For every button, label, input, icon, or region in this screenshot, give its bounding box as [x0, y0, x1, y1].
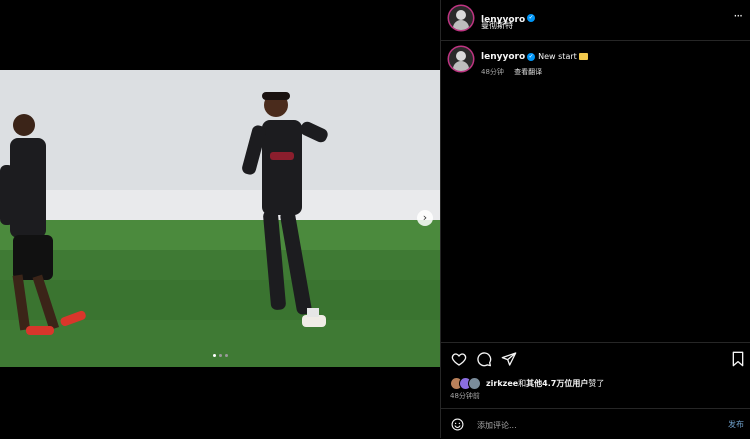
caption-time: 48分钟 — [481, 68, 504, 76]
carousel-dot — [212, 354, 216, 357]
share-icon[interactable] — [501, 351, 517, 367]
post-photo — [0, 70, 440, 367]
likes-connector: 和 — [518, 378, 527, 388]
verified-badge-icon: ✓ — [527, 52, 536, 61]
heart-icon[interactable] — [451, 351, 467, 367]
action-bar — [441, 342, 750, 375]
post-timestamp: 48分钟前 — [450, 392, 480, 400]
verified-badge-icon: ✓ — [527, 13, 536, 22]
carousel-dot — [218, 354, 222, 357]
more-options-icon[interactable]: ··· — [734, 9, 744, 23]
carousel-next-button[interactable]: › — [417, 210, 433, 226]
liker-username[interactable]: zirkzee — [486, 379, 518, 388]
comment-bar: 发布 — [441, 408, 750, 439]
comment-icon[interactable] — [476, 351, 492, 367]
post-side-panel: lenyyoro ✓ 曼彻斯特 ··· lenyyoro ✓ New start 48… — [440, 0, 750, 438]
avatar[interactable] — [449, 6, 473, 30]
chevron-right-icon: › — [422, 211, 428, 224]
carousel-dot — [224, 354, 228, 357]
bookmark-icon[interactable] — [730, 351, 746, 367]
caption-meta: 48分钟 查看翻译 — [481, 67, 542, 77]
caption-line: lenyyoro ✓ New start — [481, 52, 588, 62]
carousel-indicator — [0, 354, 440, 357]
likes-text: zirkzee和其他4.7万位用户赞了 — [486, 378, 604, 389]
post-header: lenyyoro ✓ 曼彻斯特 ··· — [441, 0, 750, 41]
comment-input[interactable] — [475, 417, 719, 433]
caption-text: New start — [538, 52, 577, 61]
caption-username[interactable]: lenyyoro — [481, 52, 525, 62]
post-comment-button[interactable]: 发布 — [728, 419, 744, 430]
likes-suffix: 赞了 — [588, 378, 605, 388]
likes-summary: zirkzee和其他4.7万位用户赞了 — [450, 376, 604, 390]
training-photo — [0, 70, 440, 367]
house-emoji-icon — [578, 53, 588, 60]
liker-avatar — [468, 376, 481, 390]
location-link[interactable]: 曼彻斯特 — [481, 20, 513, 31]
post-media: › — [0, 0, 440, 438]
translate-link[interactable]: 查看翻译 — [514, 68, 542, 76]
avatar[interactable] — [449, 47, 473, 71]
emoji-icon[interactable] — [451, 418, 464, 431]
likes-others-link[interactable]: 其他4.7万位用户 — [526, 379, 588, 388]
